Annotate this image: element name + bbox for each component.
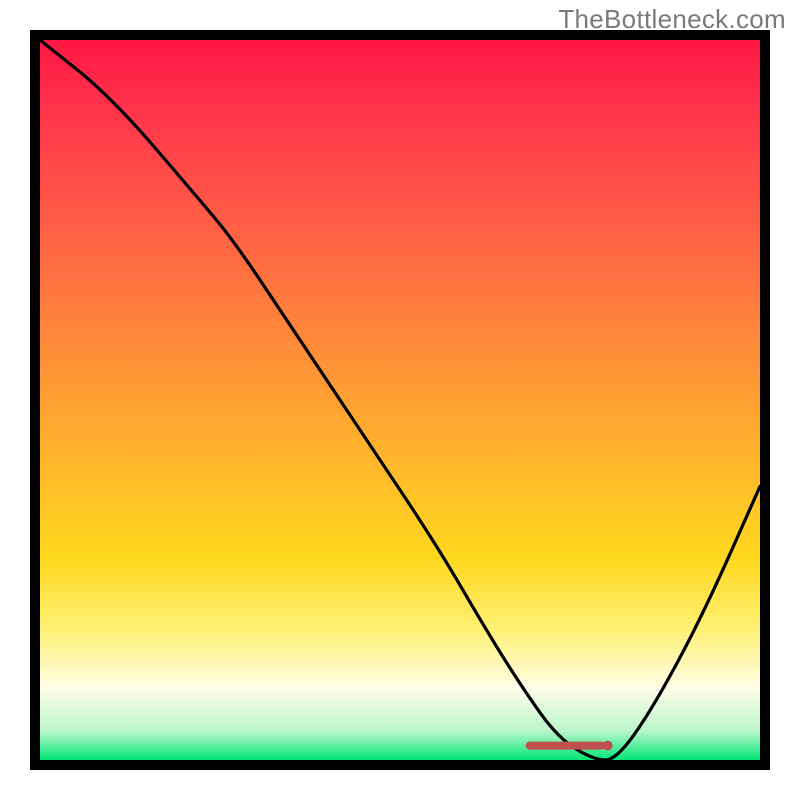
watermark-text: TheBottleneck.com [558, 4, 786, 35]
line-chart-svg [40, 40, 760, 760]
plot-box [30, 30, 770, 770]
chart-frame: TheBottleneck.com [0, 0, 800, 800]
optimal-range-end-dot [603, 741, 613, 751]
bottleneck-curve-path [40, 40, 760, 760]
